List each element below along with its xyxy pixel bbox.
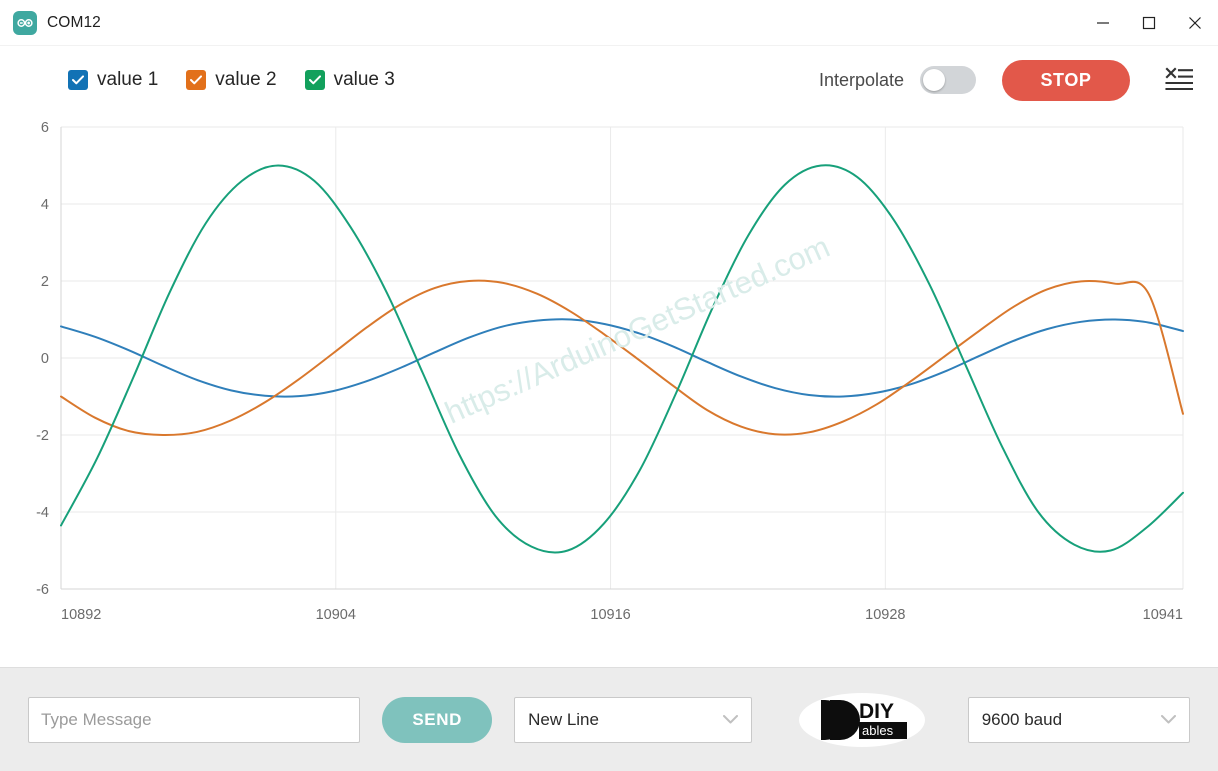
baud-rate-select[interactable]: 9600 baud — [967, 696, 1190, 743]
y-tick-label: -2 — [36, 428, 49, 444]
maximize-button[interactable] — [1126, 0, 1172, 46]
series-line-value-3 — [60, 164, 1184, 554]
y-tick-label: 4 — [41, 197, 49, 213]
series-toggle-value-2[interactable]: value 2 — [186, 69, 277, 91]
arduino-infinity-icon — [13, 10, 37, 35]
y-tick-label: 6 — [41, 120, 49, 136]
x-tick-label: 10941 — [1143, 607, 1183, 623]
window-title: COM12 — [47, 13, 101, 31]
bottom-toolbar: SEND New Line DIY ables 9600 baud — [0, 667, 1218, 771]
diyables-logo: DIY ables — [798, 690, 926, 750]
clear-output-icon[interactable] — [1162, 63, 1196, 97]
x-tick-label: 10916 — [590, 607, 630, 623]
baud-rate-value: 9600 baud — [981, 709, 1063, 729]
y-tick-label: 2 — [41, 274, 49, 290]
y-tick-label: 0 — [41, 351, 49, 367]
series-label-value-1: value 1 — [97, 69, 159, 90]
series-label-value-2: value 2 — [215, 69, 277, 90]
x-tick-label: 10904 — [316, 607, 356, 623]
line-ending-select[interactable]: New Line — [514, 696, 753, 743]
minimize-button[interactable] — [1080, 0, 1126, 46]
serial-plotter-window: COM12 value 1 value 2 value 3 Interpolat… — [0, 0, 1218, 771]
interpolate-label: Interpolate — [818, 69, 904, 90]
interpolate-toggle[interactable] — [920, 66, 976, 94]
series-toggle-value-1[interactable]: value 1 — [68, 69, 158, 91]
title-bar: COM12 — [0, 0, 1218, 46]
close-button[interactable] — [1172, 0, 1218, 46]
svg-text:DIY: DIY — [859, 700, 894, 723]
interpolate-toggle-knob — [923, 69, 945, 91]
send-button[interactable]: SEND — [382, 696, 493, 743]
checkbox-value-2[interactable] — [186, 70, 207, 90]
plotter-toolbar: value 1 value 2 value 3 Interpolate STOP — [0, 46, 1218, 114]
chevron-down-icon — [709, 715, 739, 724]
series-legend: value 1 value 2 value 3 — [68, 69, 395, 91]
toolbar-right-controls: Interpolate STOP — [818, 59, 1196, 101]
window-controls — [1080, 0, 1218, 46]
checkbox-value-3[interactable] — [304, 70, 325, 90]
y-tick-label: -4 — [36, 505, 49, 521]
svg-text:ables: ables — [862, 723, 894, 738]
chevron-down-icon — [1147, 715, 1176, 724]
checkbox-value-1[interactable] — [68, 70, 88, 90]
x-tick-label: 10928 — [865, 607, 905, 623]
line-ending-value: New Line — [528, 709, 599, 729]
plot-canvas: 6 4 2 0 -2 -4 -6 10892 10904 10916 10928 10941 — [36, 120, 1184, 623]
stop-button[interactable]: STOP — [1002, 59, 1130, 101]
message-input[interactable] — [28, 696, 361, 743]
plot-area: 6 4 2 0 -2 -4 -6 10892 10904 10916 10928 10941 http… — [0, 114, 1218, 667]
series-toggle-value-3[interactable]: value 3 — [304, 69, 395, 91]
x-tick-label: 10892 — [61, 607, 101, 623]
series-label-value-3: value 3 — [333, 69, 395, 90]
y-tick-label: -6 — [36, 582, 49, 598]
